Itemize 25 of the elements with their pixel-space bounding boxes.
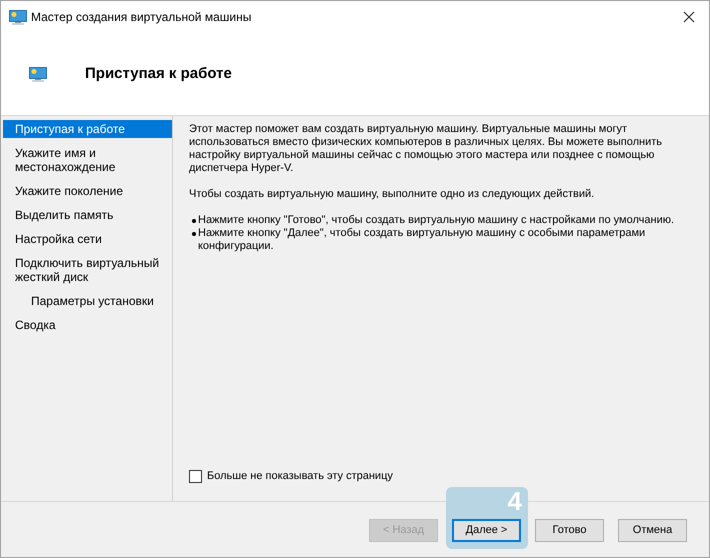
monitor-icon [29,66,47,82]
body-paragraph: Чтобы создать виртуальную машину, выполните одно из следующих действий. [189,188,596,201]
monitor-icon [9,10,27,24]
page-heading: Приступая к работе [85,64,232,84]
wizard-button[interactable]: Готово [535,518,604,542]
sidebar-item[interactable]: Сводка [3,316,172,334]
checkbox[interactable] [189,470,202,483]
bullet-icon [192,232,196,236]
checkbox-label: Больше не показывать эту страницу [207,470,393,483]
step-number: 4 [508,487,522,516]
sidebar-item[interactable]: Параметры установки [3,292,172,310]
body-paragraph: Этот мастер поможет вам создать виртуальную машину. Виртуальные машины могут использоваться вместо физических компьютеров в различных целях. Вы можете выполнить настройку виртуальной машины сейчас с помощью этого мастера или позднее с помощью диспетчера Hyper-V. [189,123,663,175]
wizard-button[interactable]: Отмена [618,518,687,542]
sidebar-item[interactable]: Настройка сети [3,230,172,248]
close-icon[interactable] [683,11,695,23]
sidebar-item[interactable]: Приступая к работе [3,120,172,138]
bullet-item: Нажмите кнопку "Готово", чтобы создать виртуальную машину с настройками по умолчанию. [198,214,674,227]
wizard-button[interactable]: Далее > [452,518,521,542]
bullet-icon [192,219,196,223]
sidebar-item[interactable]: Укажите поколение [3,182,172,200]
sidebar-item[interactable]: Подключить виртуальный жесткий диск [3,254,172,286]
bullet-item: Нажмите кнопку "Далее", чтобы создать виртуальную машину с особыми параметрами конфигурации. [198,227,646,253]
sidebar-item[interactable]: Выделить память [3,206,172,224]
sidebar-item[interactable]: Укажите имя и местонахождение [3,144,172,176]
window-title: Мастер создания виртуальной машины [31,9,252,26]
